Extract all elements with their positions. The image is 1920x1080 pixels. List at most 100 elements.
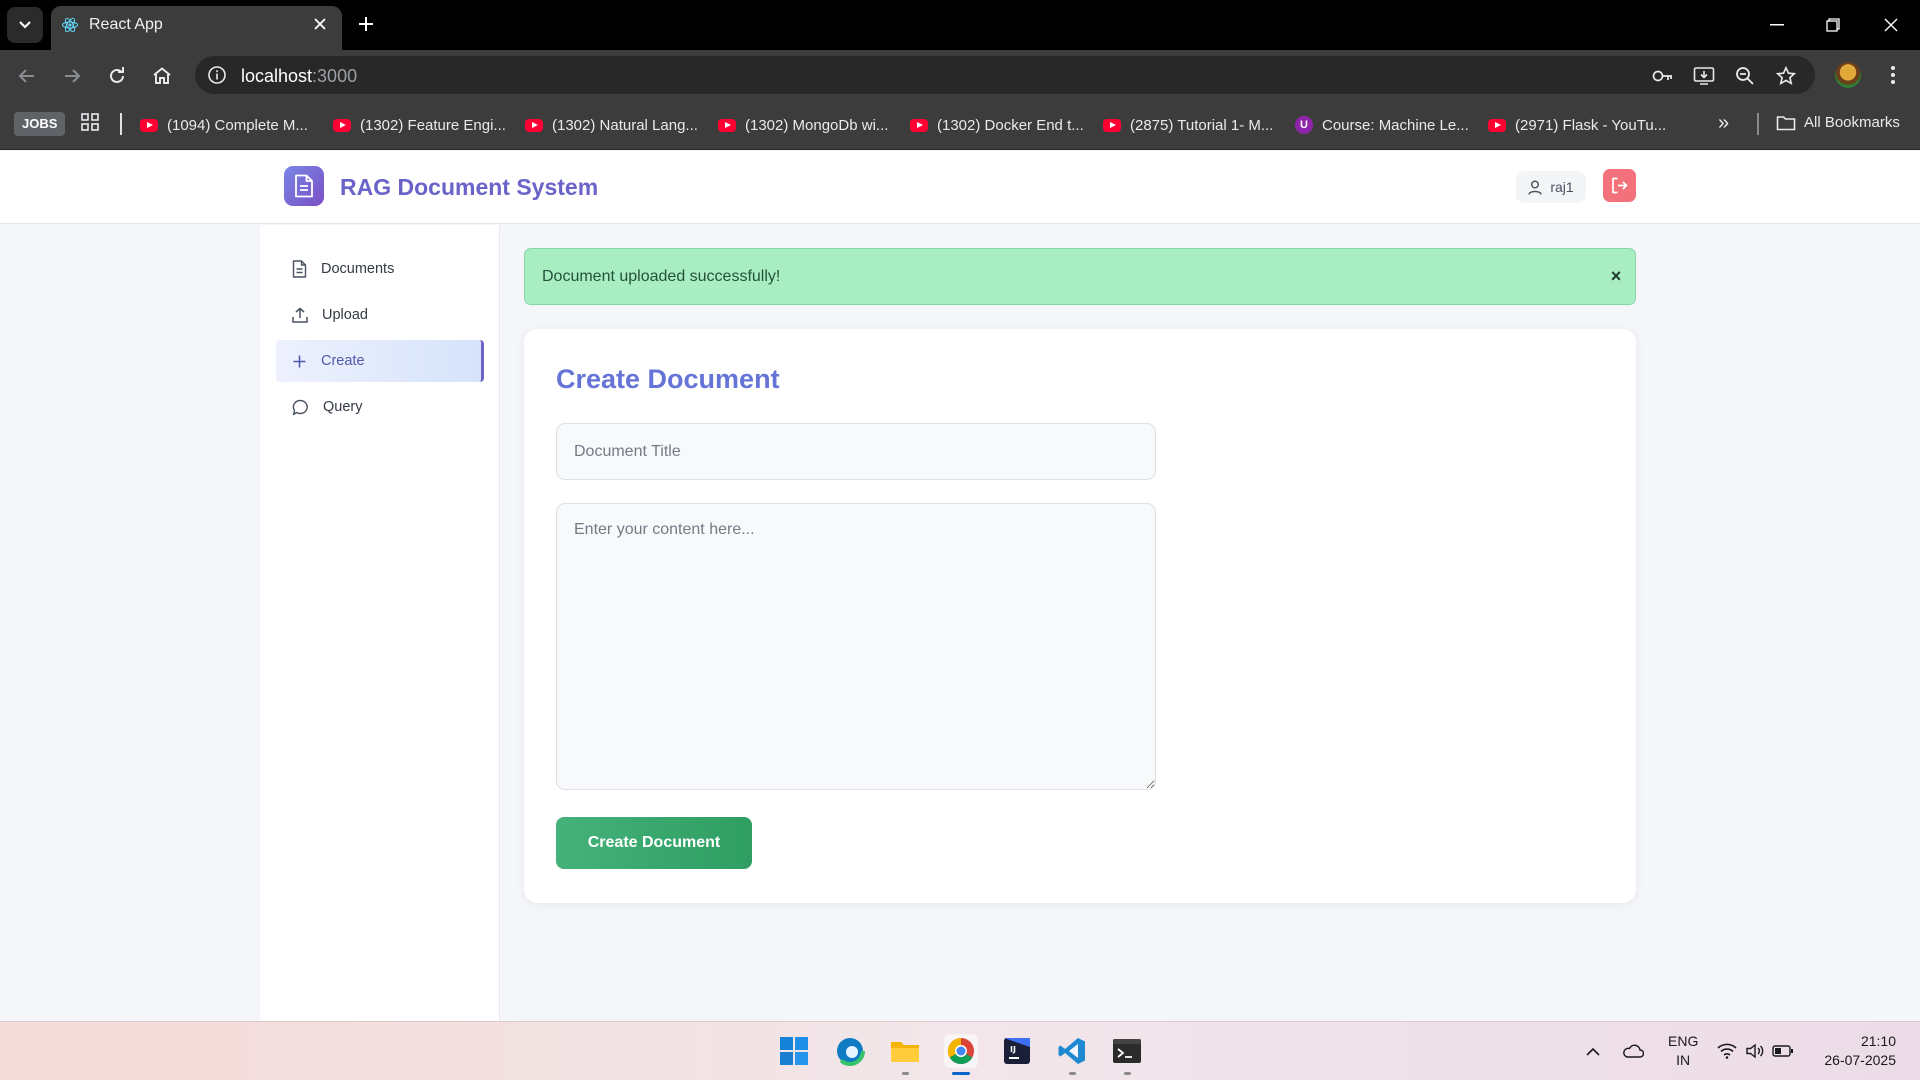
tab-close-button[interactable] xyxy=(310,14,330,34)
app-viewport: RAG Document System raj1 Documents Uploa… xyxy=(0,151,1920,1021)
window-minimize-button[interactable] xyxy=(1759,10,1795,40)
terminal-icon[interactable] xyxy=(1110,1034,1144,1068)
bookmark-item[interactable]: (1302) Docker End t... xyxy=(910,114,1084,136)
new-tab-button[interactable] xyxy=(354,12,378,36)
browser-menu-button[interactable] xyxy=(1880,62,1906,88)
document-icon xyxy=(295,174,313,198)
youtube-icon xyxy=(1488,118,1506,132)
running-indicator xyxy=(1069,1072,1076,1075)
bookmarks-overflow-button[interactable]: » xyxy=(1718,112,1729,135)
window-restore-button[interactable] xyxy=(1815,10,1851,40)
bookmark-item[interactable]: (1302) Natural Lang... xyxy=(525,114,698,136)
home-icon xyxy=(153,67,171,84)
windows-start-icon[interactable] xyxy=(777,1034,811,1068)
bookmark-label: (1302) MongoDb wi... xyxy=(745,116,889,134)
chrome-icon[interactable] xyxy=(944,1034,978,1068)
url-text: localhost:3000 xyxy=(241,66,357,87)
bookmarks-divider xyxy=(120,113,122,135)
browser-toolbar: localhost:3000 xyxy=(0,50,1920,100)
profile-avatar[interactable] xyxy=(1835,62,1861,88)
bookmark-label: (1094) Complete M... xyxy=(167,116,308,134)
system-clock[interactable]: 21:10 26-07-2025 xyxy=(1812,1032,1896,1070)
bookmark-jobs[interactable]: JOBS xyxy=(14,112,66,136)
react-icon xyxy=(61,16,79,39)
language-code: ENG xyxy=(1668,1033,1699,1049)
all-bookmarks-label: All Bookmarks xyxy=(1804,114,1900,131)
alert-close-button[interactable]: × xyxy=(1605,265,1627,287)
sidebar-item-documents[interactable]: Documents xyxy=(276,248,484,290)
chevron-down-icon xyxy=(19,21,31,29)
username: raj1 xyxy=(1550,179,1574,195)
region-code: IN xyxy=(1676,1052,1691,1068)
sidebar-item-label: Query xyxy=(323,399,363,415)
plus-icon xyxy=(359,17,373,31)
upload-icon xyxy=(292,307,308,323)
document-title-input[interactable] xyxy=(556,423,1156,480)
bookmark-item[interactable]: (2875) Tutorial 1- M... xyxy=(1103,114,1273,136)
bookmark-label: (2971) Flask - YouTu... xyxy=(1515,116,1667,134)
bookmark-item[interactable]: U Course: Machine Le... xyxy=(1295,114,1469,136)
onedrive-cloud-icon[interactable] xyxy=(1616,1034,1650,1068)
bookmark-label: (1302) Docker End t... xyxy=(937,116,1084,134)
all-bookmarks-button[interactable]: All Bookmarks xyxy=(1776,114,1900,131)
clock-time: 21:10 xyxy=(1860,1033,1896,1049)
zoom-button[interactable] xyxy=(1733,64,1757,88)
arrow-left-icon xyxy=(18,69,34,83)
key-icon xyxy=(1652,70,1672,82)
home-button[interactable] xyxy=(146,60,178,92)
edge-icon[interactable] xyxy=(833,1034,867,1068)
bookmark-label: (2875) Tutorial 1- M... xyxy=(1130,116,1274,134)
user-chip[interactable]: raj1 xyxy=(1516,171,1586,203)
youtube-icon xyxy=(1103,118,1121,132)
bookmark-item[interactable]: (1302) Feature Engi... xyxy=(333,114,506,136)
password-key-button[interactable] xyxy=(1651,64,1675,88)
tab-title: React App xyxy=(89,16,163,33)
bookmark-star-button[interactable] xyxy=(1774,64,1798,88)
url-host: localhost xyxy=(241,66,313,86)
file-explorer-icon[interactable] xyxy=(888,1034,922,1068)
youtube-icon xyxy=(718,118,736,132)
logout-button[interactable] xyxy=(1603,169,1636,202)
browser-tab-strip: React App xyxy=(0,0,1920,50)
battery-icon[interactable] xyxy=(1766,1034,1800,1068)
reload-icon xyxy=(110,67,124,83)
success-alert: Document uploaded successfully! × xyxy=(524,248,1636,305)
create-document-card: Create Document Create Document xyxy=(524,329,1636,903)
minimize-icon xyxy=(1770,24,1784,26)
address-bar[interactable]: localhost:3000 xyxy=(195,56,1815,94)
bookmark-item[interactable]: (1302) MongoDb wi... xyxy=(718,114,888,136)
sidebar: Documents Upload Create Query xyxy=(260,225,500,1021)
youtube-icon xyxy=(140,118,158,132)
sidebar-item-upload[interactable]: Upload xyxy=(276,294,484,336)
course-icon: U xyxy=(1295,116,1313,134)
clock-date: 26-07-2025 xyxy=(1824,1052,1896,1068)
site-info-button[interactable] xyxy=(205,63,229,87)
tab-search-button[interactable] xyxy=(7,7,43,43)
youtube-icon xyxy=(910,118,928,132)
apps-grid-icon[interactable] xyxy=(81,113,99,136)
sidebar-item-create[interactable]: Create xyxy=(276,340,484,382)
user-icon xyxy=(1528,180,1543,195)
back-button[interactable] xyxy=(11,60,43,92)
sidebar-item-query[interactable]: Query xyxy=(276,386,484,428)
app-brand-title: RAG Document System xyxy=(340,174,599,200)
install-app-button[interactable] xyxy=(1692,64,1716,88)
vscode-icon[interactable] xyxy=(1055,1034,1089,1068)
language-indicator[interactable]: ENG IN xyxy=(1668,1032,1698,1070)
sidebar-item-label: Documents xyxy=(321,261,395,277)
jetbrains-icon[interactable]: IJ xyxy=(1000,1034,1034,1068)
install-icon xyxy=(1693,67,1715,85)
bookmark-item[interactable]: (1094) Complete M... xyxy=(140,114,308,136)
running-indicator xyxy=(1124,1072,1131,1075)
forward-button[interactable] xyxy=(56,60,88,92)
document-content-textarea[interactable] xyxy=(556,503,1156,790)
bookmark-item[interactable]: (2971) Flask - YouTu... xyxy=(1488,114,1666,136)
youtube-icon xyxy=(333,118,351,132)
bookmark-label: Course: Machine Le... xyxy=(1322,116,1469,134)
reload-button[interactable] xyxy=(101,60,133,92)
bookmark-label: (1302) Natural Lang... xyxy=(552,116,698,134)
chevron-up-icon[interactable] xyxy=(1576,1034,1610,1068)
create-document-button[interactable]: Create Document xyxy=(556,817,752,869)
window-close-button[interactable] xyxy=(1873,10,1909,40)
bookmarks-bar: JOBS (1094) Complete M... (1302) Feature… xyxy=(0,100,1920,150)
